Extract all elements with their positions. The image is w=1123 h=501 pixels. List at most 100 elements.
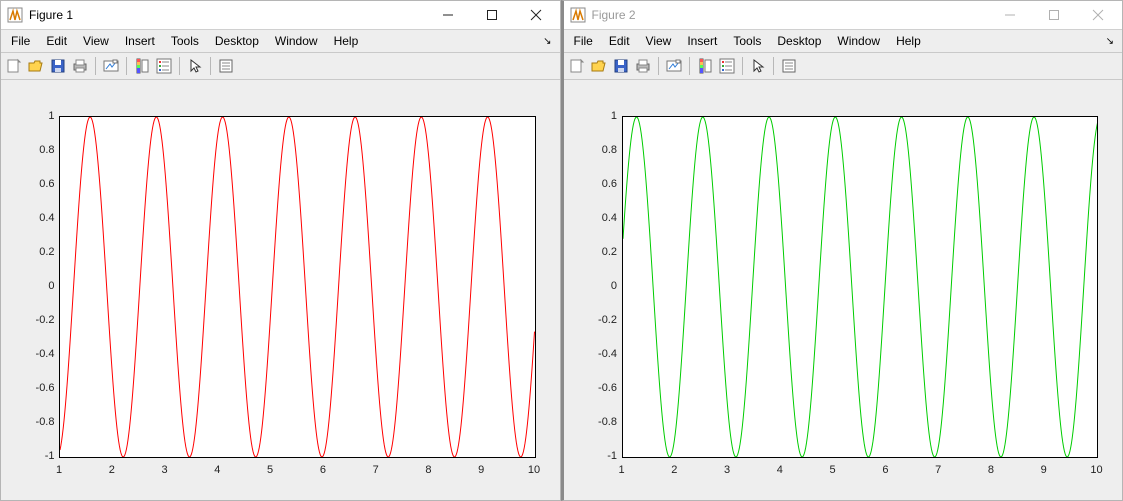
axes-box bbox=[622, 116, 1099, 458]
y-tick-label: 1 bbox=[25, 110, 55, 122]
toolbar bbox=[1, 53, 560, 80]
edit-plot-icon[interactable] bbox=[748, 56, 768, 76]
menu-item-window[interactable]: Window bbox=[829, 32, 888, 50]
y-tick-label: -0.6 bbox=[25, 382, 55, 394]
menu-item-file[interactable]: File bbox=[566, 32, 601, 50]
menu-overflow-icon[interactable]: ↘ bbox=[1100, 36, 1120, 47]
y-tick-label: 0.2 bbox=[25, 246, 55, 258]
y-tick-label: -0.8 bbox=[25, 416, 55, 428]
x-tick-label: 7 bbox=[373, 464, 379, 476]
maximize-button[interactable] bbox=[470, 1, 514, 29]
save-icon[interactable] bbox=[611, 56, 631, 76]
x-tick-label: 8 bbox=[425, 464, 431, 476]
minimize-button[interactable] bbox=[426, 1, 470, 29]
menu-item-desktop[interactable]: Desktop bbox=[207, 32, 267, 50]
open-icon[interactable] bbox=[589, 56, 609, 76]
plot-area: -1-0.8-0.6-0.4-0.200.20.40.60.8112345678… bbox=[1, 80, 560, 500]
menu-item-desktop[interactable]: Desktop bbox=[769, 32, 829, 50]
x-tick-label: 1 bbox=[56, 464, 62, 476]
matlab-app-icon bbox=[7, 7, 23, 23]
y-tick-label: 0.6 bbox=[587, 178, 617, 190]
y-tick-label: 0 bbox=[25, 280, 55, 292]
menu-item-view[interactable]: View bbox=[638, 32, 680, 50]
insert-colorbar-icon[interactable] bbox=[695, 56, 715, 76]
menubar: FileEditViewInsertToolsDesktopWindowHelp… bbox=[1, 30, 560, 53]
x-tick-label: 6 bbox=[320, 464, 326, 476]
toolbar-separator bbox=[689, 57, 690, 75]
print-icon[interactable] bbox=[70, 56, 90, 76]
y-tick-label: -0.2 bbox=[587, 314, 617, 326]
menu-item-window[interactable]: Window bbox=[267, 32, 326, 50]
menu-item-insert[interactable]: Insert bbox=[117, 32, 163, 50]
x-tick-label: 9 bbox=[478, 464, 484, 476]
menu-item-edit[interactable]: Edit bbox=[38, 32, 75, 50]
maximize-button[interactable] bbox=[1032, 1, 1076, 29]
toolbar-separator bbox=[658, 57, 659, 75]
titlebar[interactable]: Figure 1 bbox=[1, 1, 560, 30]
plot-area: -1-0.8-0.6-0.4-0.200.20.40.60.8112345678… bbox=[564, 80, 1123, 500]
y-tick-label: -0.4 bbox=[25, 348, 55, 360]
minimize-button[interactable] bbox=[988, 1, 1032, 29]
y-tick-label: -0.8 bbox=[587, 416, 617, 428]
x-tick-label: 3 bbox=[724, 464, 730, 476]
x-tick-label: 10 bbox=[1090, 464, 1102, 476]
titlebar[interactable]: Figure 2 bbox=[564, 1, 1123, 30]
x-tick-label: 5 bbox=[830, 464, 836, 476]
insert-legend-icon[interactable] bbox=[154, 56, 174, 76]
menu-item-file[interactable]: File bbox=[3, 32, 38, 50]
menu-item-edit[interactable]: Edit bbox=[601, 32, 638, 50]
menu-item-help[interactable]: Help bbox=[326, 32, 367, 50]
axes[interactable]: -1-0.8-0.6-0.4-0.200.20.40.60.8112345678… bbox=[592, 108, 1109, 476]
menu-overflow-icon[interactable]: ↘ bbox=[537, 36, 557, 47]
line-series bbox=[60, 117, 535, 457]
axes-box bbox=[59, 116, 536, 458]
figure-window: Figure 2 FileEditViewInsertToolsDesktopWi… bbox=[561, 0, 1123, 501]
y-tick-label: 0.4 bbox=[587, 212, 617, 224]
edit-plot-icon[interactable] bbox=[185, 56, 205, 76]
window-title: Figure 2 bbox=[592, 8, 989, 22]
window-controls bbox=[426, 1, 558, 29]
x-tick-label: 2 bbox=[671, 464, 677, 476]
y-tick-label: -0.6 bbox=[587, 382, 617, 394]
menu-item-tools[interactable]: Tools bbox=[163, 32, 207, 50]
y-tick-label: -0.4 bbox=[587, 348, 617, 360]
y-tick-label: 1 bbox=[587, 110, 617, 122]
insert-legend-icon[interactable] bbox=[717, 56, 737, 76]
toolbar-separator bbox=[210, 57, 211, 75]
x-tick-label: 5 bbox=[267, 464, 273, 476]
insert-colorbar-icon[interactable] bbox=[132, 56, 152, 76]
y-tick-label: -1 bbox=[587, 450, 617, 462]
figure-window: Figure 1 FileEditViewInsertToolsDesktopWi… bbox=[0, 0, 561, 501]
save-icon[interactable] bbox=[48, 56, 68, 76]
y-tick-label: -1 bbox=[25, 450, 55, 462]
menu-item-view[interactable]: View bbox=[75, 32, 117, 50]
close-button[interactable] bbox=[1076, 1, 1120, 29]
y-tick-label: 0 bbox=[587, 280, 617, 292]
link-axes-icon[interactable] bbox=[664, 56, 684, 76]
close-button[interactable] bbox=[514, 1, 558, 29]
window-controls bbox=[988, 1, 1120, 29]
toolbar-separator bbox=[742, 57, 743, 75]
menu-item-insert[interactable]: Insert bbox=[679, 32, 725, 50]
x-tick-label: 2 bbox=[109, 464, 115, 476]
open-property-inspector-icon[interactable] bbox=[779, 56, 799, 76]
link-axes-icon[interactable] bbox=[101, 56, 121, 76]
y-tick-label: 0.8 bbox=[587, 144, 617, 156]
y-tick-label: -0.2 bbox=[25, 314, 55, 326]
new-figure-icon[interactable] bbox=[4, 56, 24, 76]
menu-item-help[interactable]: Help bbox=[888, 32, 929, 50]
new-figure-icon[interactable] bbox=[567, 56, 587, 76]
x-tick-label: 1 bbox=[618, 464, 624, 476]
y-tick-label: 0.2 bbox=[587, 246, 617, 258]
window-title: Figure 1 bbox=[29, 8, 426, 22]
print-icon[interactable] bbox=[633, 56, 653, 76]
open-property-inspector-icon[interactable] bbox=[216, 56, 236, 76]
y-tick-label: 0.4 bbox=[25, 212, 55, 224]
x-tick-label: 7 bbox=[935, 464, 941, 476]
line-series bbox=[623, 117, 1098, 457]
axes[interactable]: -1-0.8-0.6-0.4-0.200.20.40.60.8112345678… bbox=[29, 108, 546, 476]
x-tick-label: 9 bbox=[1041, 464, 1047, 476]
open-icon[interactable] bbox=[26, 56, 46, 76]
menu-item-tools[interactable]: Tools bbox=[725, 32, 769, 50]
x-tick-label: 8 bbox=[988, 464, 994, 476]
